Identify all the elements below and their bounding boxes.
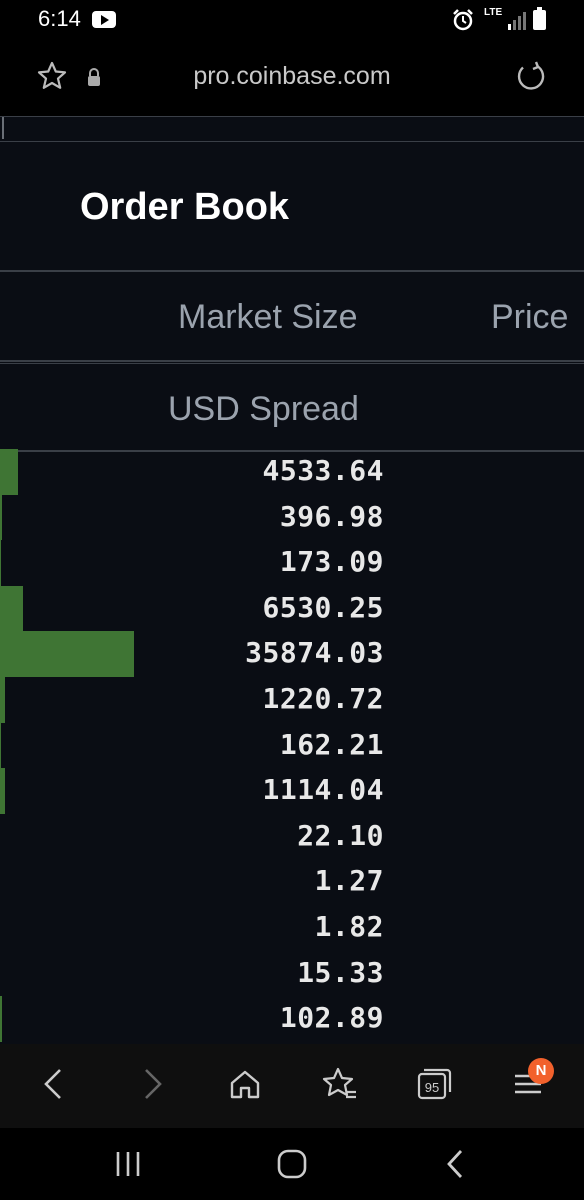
tabs-frame-icon: 95 [417, 1068, 452, 1100]
forward-icon[interactable] [132, 1064, 172, 1104]
battery-icon [533, 7, 546, 30]
market-size-value: 1.27 [314, 864, 384, 898]
market-size-value: 102.89 [279, 1001, 384, 1035]
tab-count: 95 [425, 1080, 439, 1095]
table-row[interactable]: 6530.25 [0, 585, 584, 632]
market-size-value: 173.09 [279, 545, 384, 579]
home-icon[interactable] [272, 1146, 312, 1182]
order-book-header: Order Book [0, 142, 584, 272]
system-nav-bar [0, 1128, 584, 1200]
market-size-value: 162.21 [279, 727, 384, 761]
status-bar: 6:14 LTE [0, 0, 584, 40]
recent-apps-icon[interactable] [108, 1146, 148, 1182]
market-size-value: 35874.03 [245, 636, 384, 670]
page-title: Order Book [80, 186, 290, 228]
table-row[interactable]: 173.09 [0, 540, 584, 586]
back-icon[interactable] [34, 1064, 74, 1104]
browser-bottom-nav: 95 N [0, 1044, 584, 1128]
table-row[interactable]: 15.33 [0, 951, 584, 997]
depth-bar [0, 676, 5, 723]
market-size-value: 1114.04 [262, 773, 384, 807]
notification-badge: N [528, 1058, 554, 1084]
spread-row: USD Spread [0, 363, 584, 452]
table-row[interactable]: 22.10 [0, 814, 584, 860]
market-size-value: 4533.64 [262, 454, 384, 487]
market-size-value: 1.82 [314, 909, 384, 943]
market-size-value: 396.98 [279, 499, 384, 533]
youtube-icon [92, 11, 116, 28]
table-row[interactable]: 162.21 [0, 722, 584, 769]
home-icon[interactable] [225, 1064, 265, 1104]
depth-bar [0, 494, 3, 541]
panel-divider [0, 116, 584, 142]
market-size-value: 22.10 [297, 818, 384, 852]
table-row[interactable]: 4533.64 [0, 449, 584, 495]
reload-icon[interactable] [515, 60, 547, 92]
spread-label: USD Spread [168, 390, 359, 428]
browser-url-bar: pro.coinbase.com [0, 40, 584, 116]
table-row[interactable]: 396.98 [0, 494, 584, 541]
column-headers: Market Size Price [0, 272, 584, 362]
table-row[interactable]: 1114.04 [0, 768, 584, 814]
column-header-market-size: Market Size [178, 298, 358, 336]
table-row[interactable]: 1.82 [0, 905, 584, 951]
depth-bar [0, 631, 135, 677]
market-size-value: 1220.72 [262, 681, 384, 715]
depth-bar [0, 996, 2, 1042]
url-text[interactable]: pro.coinbase.com [0, 62, 584, 91]
signal-icon [508, 12, 526, 30]
market-size-value: 15.33 [297, 955, 384, 989]
order-book-panel: Order Book Market Size Price USD Spread … [0, 116, 584, 1044]
status-time: 6:14 [38, 6, 81, 31]
back-icon[interactable] [436, 1146, 476, 1182]
column-header-price: Price [491, 298, 569, 336]
table-row[interactable]: 102.89 [0, 996, 584, 1042]
depth-bar [0, 449, 18, 495]
table-row[interactable]: 1.27 [0, 859, 584, 905]
market-size-value: 6530.25 [262, 590, 384, 624]
bookmarks-icon[interactable] [320, 1064, 360, 1104]
order-book-rows: 4533.64 396.98 173.09 6530.25 35874.03 1220.7… [0, 449, 584, 1042]
depth-bar [0, 585, 24, 632]
alarm-icon [453, 9, 473, 31]
depth-bar [0, 722, 2, 769]
table-row[interactable]: 35874.03 [0, 631, 584, 677]
depth-bar [0, 768, 5, 814]
network-type: LTE [484, 7, 503, 18]
tabs-icon[interactable]: 95 [414, 1064, 454, 1104]
table-row[interactable]: 1220.72 [0, 676, 584, 723]
depth-bar [0, 540, 2, 586]
